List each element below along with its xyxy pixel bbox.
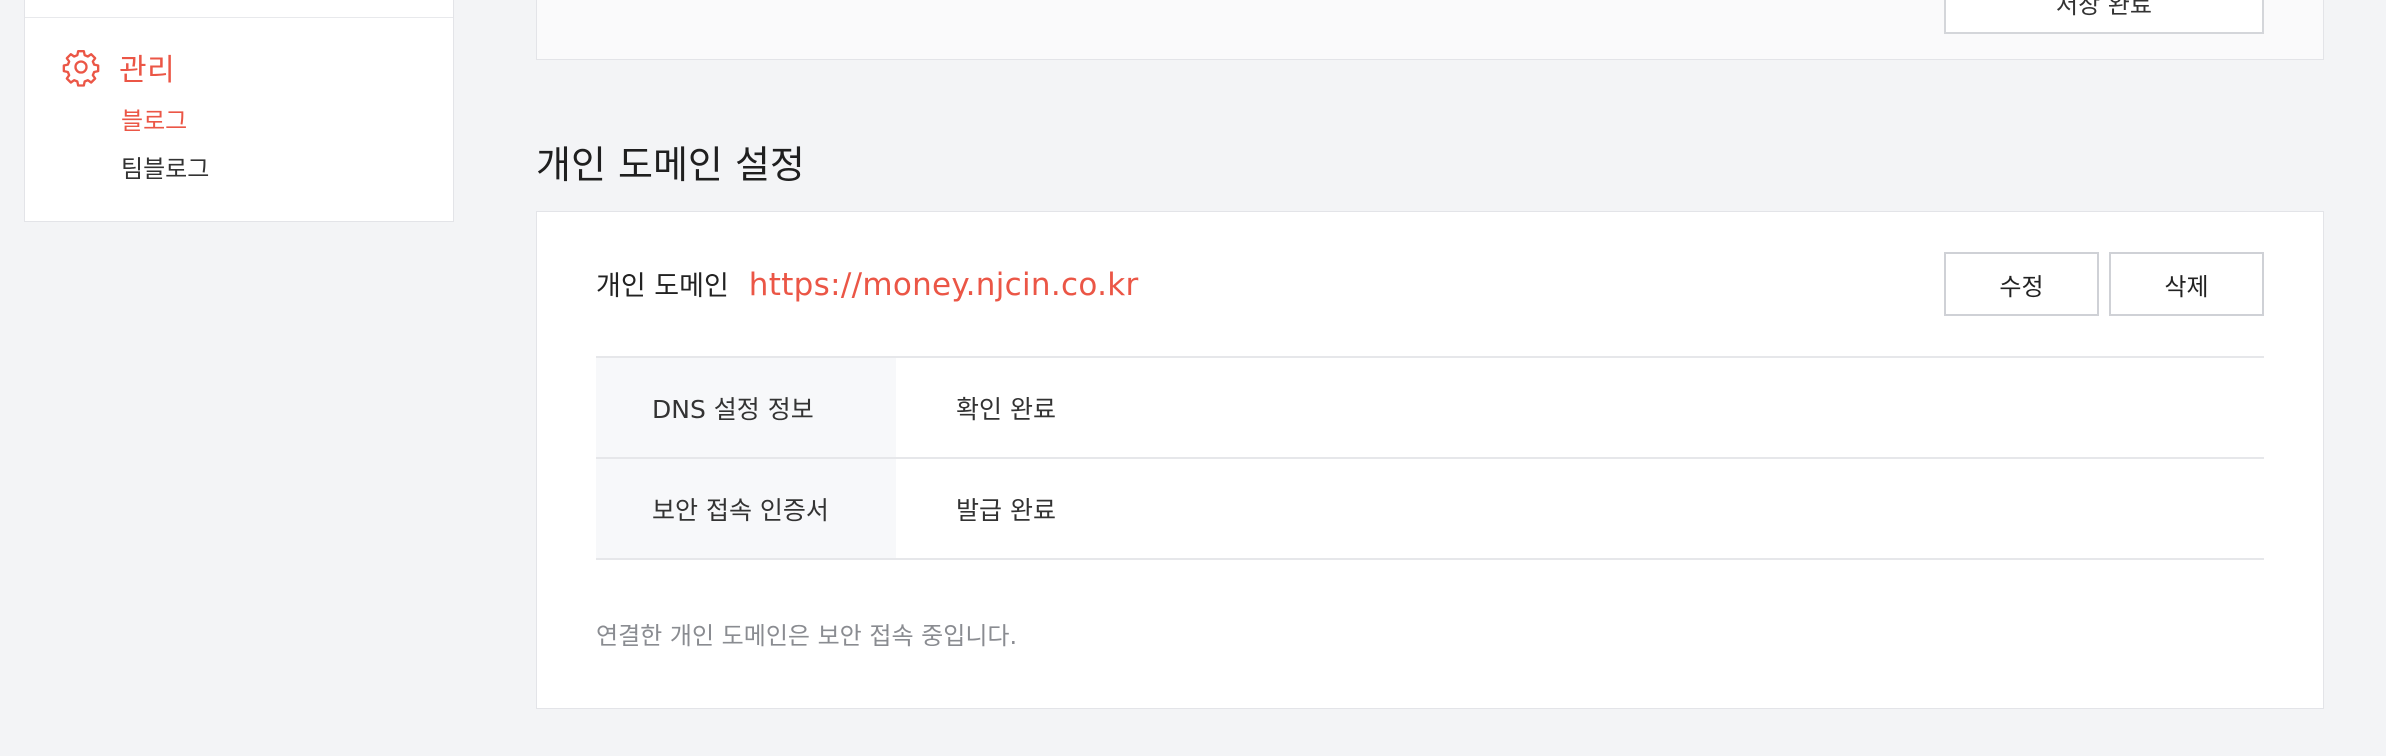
table-row: 보안 접속 인증서 발급 완료	[596, 459, 2264, 560]
gear-icon	[61, 47, 101, 87]
page-title: 개인 도메인 설정	[536, 143, 805, 187]
sidebar: 관리 블로그 팀블로그	[24, 0, 454, 222]
domain-label: 개인 도메인	[596, 271, 729, 302]
domain-row: 개인 도메인 https://money.njcin.co.kr	[596, 264, 1139, 303]
secure-connection-note: 연결한 개인 도메인은 보안 접속 중입니다.	[596, 622, 1018, 650]
domain-url-link[interactable]: https://money.njcin.co.kr	[749, 267, 1139, 303]
save-complete-button[interactable]: 저장 완료	[1944, 0, 2264, 34]
ssl-cert-value: 발급 완료	[956, 495, 1056, 525]
domain-info-table: DNS 설정 정보 확인 완료 보안 접속 인증서 발급 완료	[596, 356, 2264, 560]
sidebar-item-teamblog[interactable]: 팀블로그	[121, 149, 209, 184]
edit-button[interactable]: 수정	[1944, 252, 2099, 316]
dns-info-value: 확인 완료	[956, 394, 1056, 424]
dns-info-label: DNS 설정 정보	[596, 358, 896, 457]
ssl-cert-label: 보안 접속 인증서	[596, 459, 896, 558]
sidebar-item-blog[interactable]: 블로그	[121, 101, 187, 136]
table-row: DNS 설정 정보 확인 완료	[596, 358, 2264, 459]
sidebar-divider	[25, 17, 453, 18]
sidebar-section-title: 관리	[119, 53, 176, 88]
custom-domain-card: 개인 도메인 https://money.njcin.co.kr 수정 삭제 D…	[536, 211, 2324, 709]
sidebar-section-manage[interactable]: 관리	[61, 45, 175, 89]
delete-button[interactable]: 삭제	[2109, 252, 2264, 316]
